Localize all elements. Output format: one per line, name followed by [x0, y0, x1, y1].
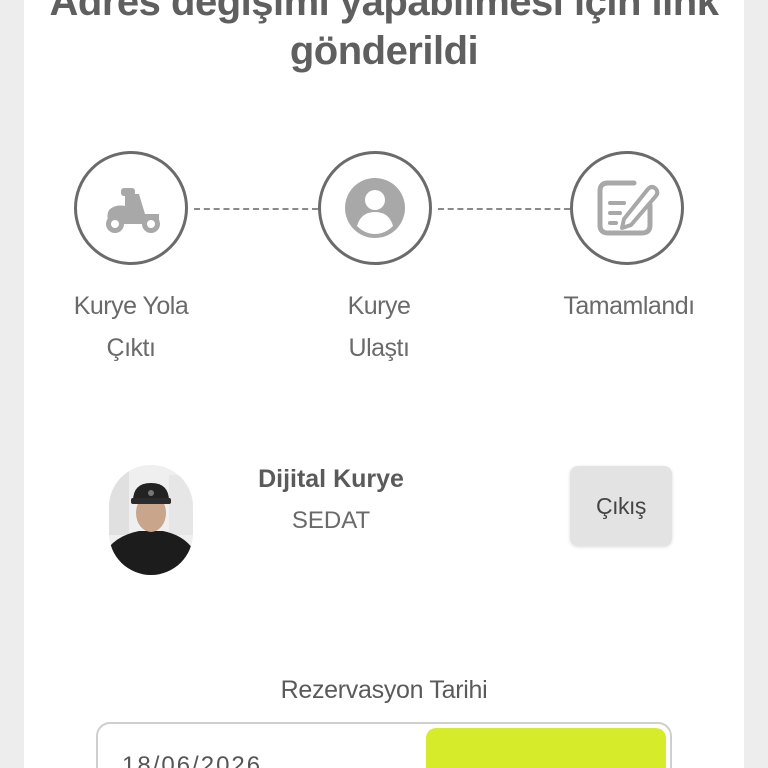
- step-label-arrived: Kurye Ulaştı: [347, 292, 411, 362]
- reservation-date-field[interactable]: 18/06/2026 Tarih Değiştir: [96, 722, 672, 768]
- step-completed: [570, 151, 684, 265]
- change-date-button[interactable]: Tarih Değiştir: [426, 728, 666, 768]
- progress-connector-2: [438, 208, 570, 210]
- main-card: Adres değişimi yapabilmesi için link gön…: [24, 0, 744, 768]
- step-courier-departed: [74, 151, 188, 265]
- step-label-completed: Tamamlandı: [563, 292, 695, 320]
- page-title-line2: gönderildi: [289, 29, 479, 73]
- user-icon: [345, 178, 405, 238]
- courier-title: Dijital Kurye: [258, 465, 404, 493]
- page-title-line1: Adres değişimi yapabilmesi için link: [49, 0, 719, 24]
- scooter-icon: [106, 188, 160, 233]
- step-courier-arrived: [318, 151, 432, 265]
- courier-name: SEDAT: [291, 507, 371, 534]
- edit-note-icon: [597, 180, 660, 236]
- step-label-departed: Kurye Yola Çıktı: [73, 292, 189, 362]
- reservation-date-value: 18/06/2026: [122, 752, 263, 768]
- logout-button[interactable]: Çıkış: [570, 466, 672, 546]
- courier-photo: [109, 465, 193, 575]
- avatar: [109, 465, 193, 575]
- reservation-date-label: Rezervasyon Tarihi: [280, 676, 488, 704]
- progress-connector-1: [194, 208, 318, 210]
